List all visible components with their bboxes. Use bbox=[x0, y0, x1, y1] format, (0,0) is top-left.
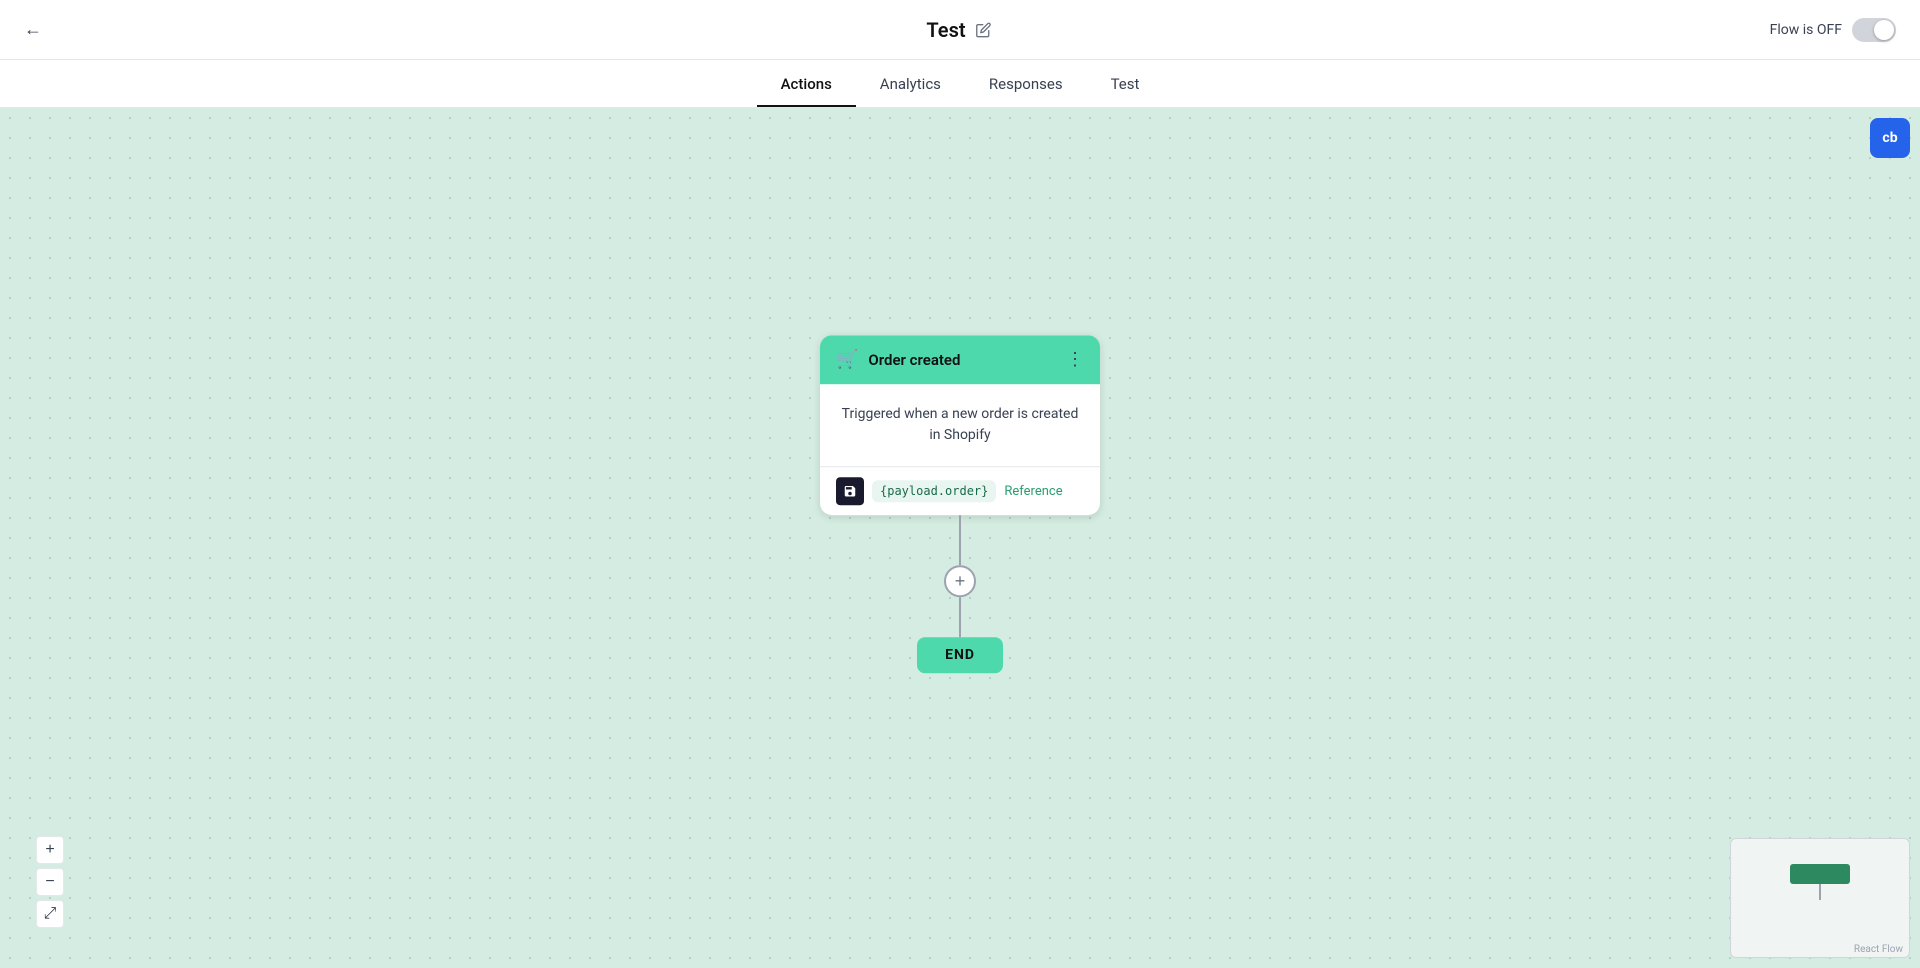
edit-icon[interactable] bbox=[974, 20, 994, 40]
node-header-left: 🛒 Order created bbox=[836, 349, 960, 370]
cart-icon: 🛒 bbox=[836, 349, 858, 370]
header: ← Test Flow is OFF bbox=[0, 0, 1920, 60]
save-icon bbox=[836, 477, 864, 505]
fit-view-button[interactable]: ⤢ bbox=[36, 900, 64, 928]
order-created-node: 🛒 Order created ⋮ Triggered when a new o… bbox=[820, 335, 1100, 515]
toggle-knob bbox=[1874, 20, 1894, 40]
back-button[interactable]: ← bbox=[24, 19, 42, 40]
connector-line-2 bbox=[959, 597, 961, 637]
node-menu-button[interactable]: ⋮ bbox=[1066, 349, 1084, 370]
header-center: Test bbox=[926, 18, 993, 42]
minimap-node bbox=[1790, 864, 1850, 884]
flow-container: 🛒 Order created ⋮ Triggered when a new o… bbox=[820, 335, 1100, 673]
end-node: END bbox=[917, 637, 1003, 673]
logo-badge: cb bbox=[1870, 118, 1910, 158]
tabs-bar: Actions Analytics Responses Test bbox=[0, 60, 1920, 108]
reference-link[interactable]: Reference bbox=[1004, 484, 1062, 499]
minimap-line bbox=[1819, 884, 1821, 900]
tab-analytics[interactable]: Analytics bbox=[856, 60, 965, 107]
tab-test[interactable]: Test bbox=[1087, 60, 1164, 107]
connector-line-1 bbox=[959, 515, 961, 565]
zoom-controls: + − ⤢ bbox=[36, 836, 64, 928]
zoom-out-button[interactable]: − bbox=[36, 868, 64, 896]
flow-status-label: Flow is OFF bbox=[1770, 22, 1842, 38]
page-title: Test bbox=[926, 18, 965, 42]
flow-toggle-container: Flow is OFF bbox=[1770, 18, 1896, 42]
flow-toggle-switch[interactable] bbox=[1852, 18, 1896, 42]
minimap: React Flow bbox=[1730, 838, 1910, 958]
add-step-button[interactable]: + bbox=[944, 565, 976, 597]
zoom-in-button[interactable]: + bbox=[36, 836, 64, 864]
tab-actions[interactable]: Actions bbox=[757, 60, 856, 107]
node-footer: {payload.order} Reference bbox=[820, 467, 1100, 515]
flow-canvas: cb 🛒 Order created ⋮ Triggered when a ne… bbox=[0, 108, 1920, 968]
minimap-label: React Flow bbox=[1854, 944, 1903, 955]
node-title: Order created bbox=[868, 351, 960, 369]
node-header: 🛒 Order created ⋮ bbox=[820, 335, 1100, 384]
tab-responses[interactable]: Responses bbox=[965, 60, 1087, 107]
node-description: Triggered when a new order is created in… bbox=[820, 384, 1100, 467]
payload-tag: {payload.order} bbox=[872, 480, 996, 502]
